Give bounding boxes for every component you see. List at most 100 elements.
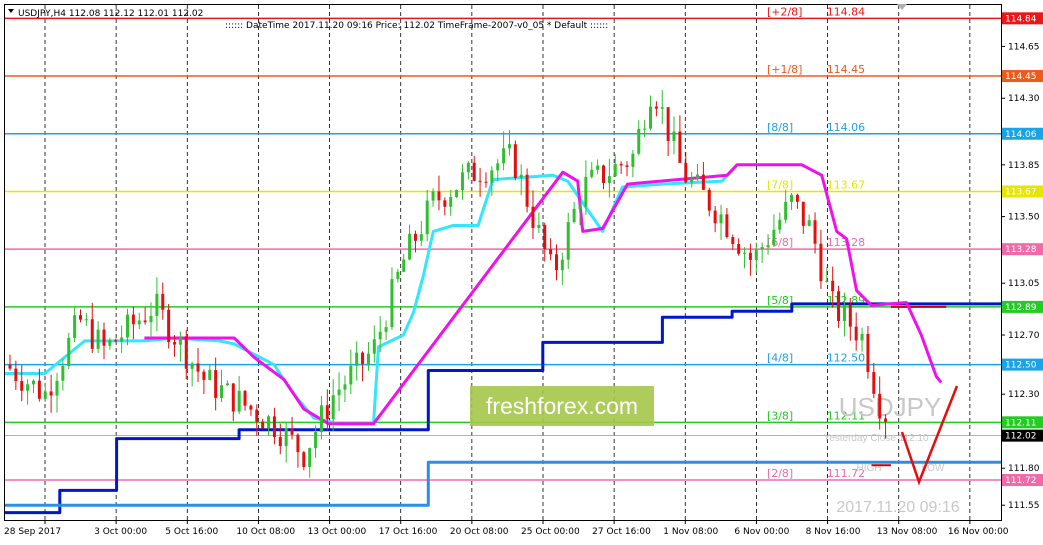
candle-body xyxy=(502,148,506,164)
candle-body xyxy=(778,219,782,230)
candle-body xyxy=(255,409,259,422)
watermark-symbol: USDJPY xyxy=(839,392,942,422)
x-tick-label: 16 Nov 00:00 xyxy=(948,527,1009,537)
candle-body xyxy=(108,340,112,346)
candle-body xyxy=(167,309,171,343)
candle-body xyxy=(701,174,705,190)
y-tick-label: 113.05 xyxy=(1008,279,1040,289)
y-tick-label: 112.70 xyxy=(1008,331,1040,341)
candle-body xyxy=(584,176,588,207)
candle-body xyxy=(731,237,735,245)
y-tick-label: 112.30 xyxy=(1008,390,1040,400)
level-tag: 112.11 xyxy=(1005,418,1037,428)
candle-body xyxy=(766,245,770,248)
candle-body xyxy=(484,181,488,183)
last-price-tag: 112.02 xyxy=(1005,432,1037,442)
candle-body xyxy=(737,244,741,254)
candle-body xyxy=(690,178,694,183)
level-label: [+1/8] xyxy=(767,63,803,76)
candle-body xyxy=(437,191,441,201)
level-label: [5/8] xyxy=(767,294,793,307)
level-label: [3/8] xyxy=(767,409,793,422)
price-chart[interactable]: [+2/8] 114.84 [+1/8] 114.45 [8/8] 114.06 [7/8]… xyxy=(0,0,1043,545)
candle-body xyxy=(490,170,494,183)
candle-body xyxy=(366,353,370,364)
candle-body xyxy=(543,224,547,250)
candle-body xyxy=(261,421,265,429)
candle-body xyxy=(137,320,141,325)
candle-body xyxy=(278,437,282,447)
candle-body xyxy=(14,368,18,382)
y-tick-label: 113.85 xyxy=(1008,161,1040,171)
candle-body xyxy=(760,247,764,250)
level-tag: 114.84 xyxy=(1005,14,1037,24)
candle-body xyxy=(478,180,482,182)
candle-body xyxy=(837,291,841,322)
level-tag: 114.06 xyxy=(1005,130,1037,140)
candle-body xyxy=(96,329,100,349)
candle-body xyxy=(549,249,553,255)
candle-body xyxy=(848,304,852,327)
candle-body xyxy=(560,259,564,271)
candle-body xyxy=(331,395,335,420)
candle-body xyxy=(343,384,347,390)
candle-body xyxy=(296,434,300,453)
candle-body xyxy=(143,320,147,323)
candle-body xyxy=(237,390,241,412)
x-tick-label: 1 Nov 08:00 xyxy=(663,527,718,537)
candle-body xyxy=(349,365,353,385)
candle-body xyxy=(26,384,30,391)
candle-body xyxy=(819,243,823,282)
candle-body xyxy=(20,381,24,391)
candle-body xyxy=(384,327,388,332)
candle-body xyxy=(519,174,523,179)
x-tick-label: 5 Oct 16:00 xyxy=(165,527,218,537)
candle-body xyxy=(842,304,846,322)
candle-body xyxy=(684,162,688,183)
candle-body xyxy=(402,259,406,272)
candle-body xyxy=(831,280,835,292)
candle-body xyxy=(678,131,682,163)
candle-body xyxy=(208,370,212,380)
candle-body xyxy=(413,233,417,241)
candle-body xyxy=(184,336,188,369)
candle-body xyxy=(120,337,124,342)
candle-body xyxy=(355,352,359,366)
candle-body xyxy=(284,428,288,447)
candle-body xyxy=(314,432,318,449)
candle-body xyxy=(631,153,635,167)
candle-body xyxy=(43,391,47,399)
candle-body xyxy=(196,363,200,372)
x-tick-label: 8 Nov 16:00 xyxy=(806,527,861,537)
candle-body xyxy=(37,380,41,399)
candle-body xyxy=(554,254,558,271)
y-tick-label: 111.55 xyxy=(1008,501,1040,511)
candle-body xyxy=(161,293,165,310)
level-value: 114.06 xyxy=(827,121,866,134)
candle-body xyxy=(243,390,247,406)
candle-body xyxy=(67,337,71,367)
candle-body xyxy=(214,370,218,398)
level-value: 114.84 xyxy=(827,5,866,18)
candle-body xyxy=(825,280,829,282)
candle-body xyxy=(619,163,623,166)
chart-window: [+2/8] 114.84 [+1/8] 114.45 [8/8] 114.06 [7/8]… xyxy=(0,0,1043,545)
candle-body xyxy=(725,214,729,238)
x-tick-label: 13 Nov 08:00 xyxy=(877,527,938,537)
x-tick-label: 10 Oct 08:00 xyxy=(236,527,295,537)
candle-body xyxy=(449,196,453,207)
candle-body xyxy=(743,252,747,254)
candle-body xyxy=(772,229,776,246)
yesterday-close-label: Yesterday Close 112.10 xyxy=(823,433,929,444)
candle-body xyxy=(566,222,570,260)
level-tag: 113.28 xyxy=(1005,245,1037,255)
candle-body xyxy=(267,416,271,429)
candle-body xyxy=(643,128,647,130)
candle-body xyxy=(431,191,435,201)
candle-body xyxy=(672,131,676,142)
candle-body xyxy=(790,194,794,202)
candle-body xyxy=(155,293,159,316)
candle-body xyxy=(272,416,276,438)
candle-body xyxy=(249,405,253,410)
candle-body xyxy=(696,174,700,179)
